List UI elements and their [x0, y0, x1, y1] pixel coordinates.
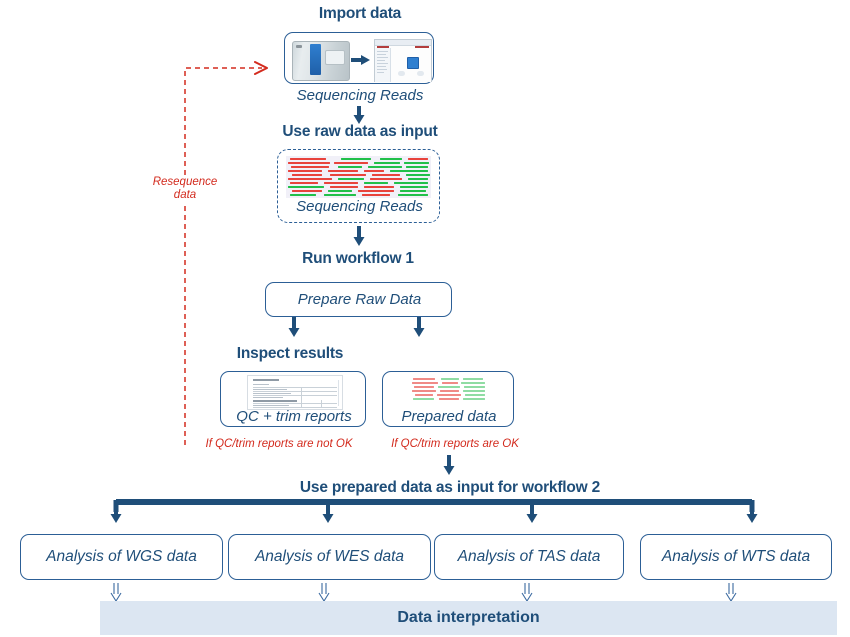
data-interpretation-band[interactable]: Data interpretation	[100, 601, 837, 635]
qc-trim-reports-label: QC + trim reports	[236, 408, 352, 425]
raw-sequencing-reads-label: Sequencing Reads	[296, 198, 423, 215]
condition-not-ok-label: If QC/trim reports are not OK	[205, 438, 353, 450]
prepare-raw-data-box[interactable]: Prepare Raw Data	[265, 282, 452, 317]
import-data-heading: Import data	[318, 5, 402, 22]
resequence-label-line2: data	[173, 189, 197, 201]
transfer-arrow-icon	[351, 55, 370, 65]
workflow-diagram: Resequence data Import data Sequencing R…	[0, 0, 850, 637]
resequence-label-line1: Resequence	[152, 176, 218, 188]
analysis-wts-label: Analysis of WTS data	[661, 548, 811, 565]
inspect-results-heading: Inspect results	[236, 345, 344, 362]
prepare-raw-data-label: Prepare Raw Data	[297, 291, 422, 308]
prepared-data-label: Prepared data	[401, 408, 497, 425]
import-data-caption: Sequencing Reads	[296, 87, 424, 104]
use-raw-data-heading: Use raw data as input	[282, 123, 438, 140]
arrow-prepareddata-to-workflow2	[443, 455, 455, 475]
sequencer-to-software-icon	[288, 36, 432, 82]
prepared-data-box[interactable]: Prepared data	[382, 371, 514, 427]
qc-trim-reports-box[interactable]: QC + trim reports	[220, 371, 366, 427]
analysis-wgs-box[interactable]: Analysis of WGS data	[20, 534, 223, 580]
trimmed-reads-icon	[411, 377, 489, 403]
workflow2-heading: Use prepared data as input for workflow …	[299, 479, 601, 496]
run-workflow1-heading: Run workflow 1	[302, 250, 414, 267]
arrow-workflow1-to-prepareddata	[413, 317, 425, 337]
workflow2-distribution-arrows	[110, 499, 758, 523]
analysis-tas-label: Analysis of TAS data	[457, 548, 601, 565]
import-data-box[interactable]	[284, 32, 434, 84]
data-interpretation-label: Data interpretation	[397, 609, 540, 626]
arrow-workflow1-to-qcreports	[288, 317, 300, 337]
sequencing-reads-icon	[286, 156, 431, 198]
resequence-loop-label: Resequence data	[128, 175, 242, 203]
analysis-wes-box[interactable]: Analysis of WES data	[228, 534, 431, 580]
arrow-rawdata-to-workflow1	[353, 226, 365, 246]
analysis-wes-label: Analysis of WES data	[254, 548, 405, 565]
analysis-wts-box[interactable]: Analysis of WTS data	[640, 534, 832, 580]
raw-sequencing-reads-box[interactable]: Sequencing Reads	[277, 149, 440, 223]
analysis-wgs-label: Analysis of WGS data	[46, 548, 197, 565]
condition-ok-label: If QC/trim reports are OK	[391, 438, 519, 450]
report-document-icon	[247, 375, 343, 410]
analysis-tas-box[interactable]: Analysis of TAS data	[434, 534, 624, 580]
